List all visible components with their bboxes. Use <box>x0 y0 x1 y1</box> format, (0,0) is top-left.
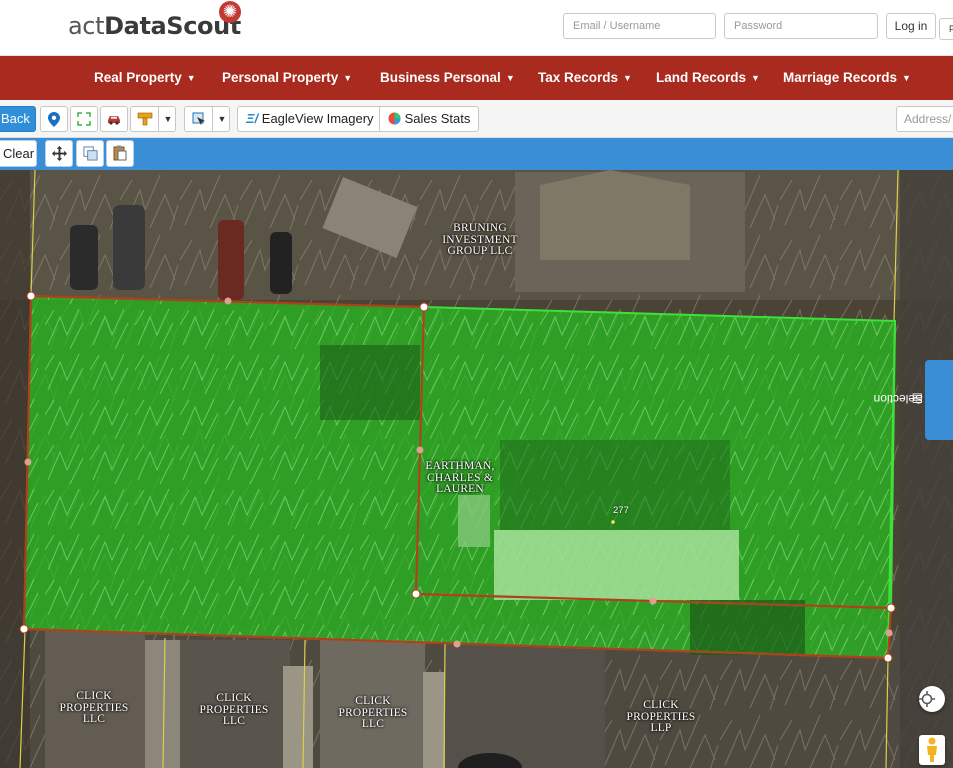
parked-car <box>218 220 244 300</box>
parked-car <box>70 225 98 290</box>
parcel-map[interactable]: BRUNING INVESTMENT GROUP LLC EARTHMAN, C… <box>0 170 953 768</box>
car-icon[interactable] <box>100 106 128 132</box>
copy-icon[interactable] <box>76 140 104 167</box>
locate-icon[interactable] <box>919 686 945 712</box>
app-logo[interactable]: actDataScout <box>68 12 241 40</box>
nav-marriage-records[interactable]: Marriage Records ▼ <box>783 70 911 85</box>
ruler-icon[interactable] <box>131 107 159 131</box>
eagleview-label: EagleView Imagery <box>261 111 374 126</box>
pan-icon[interactable] <box>45 140 73 167</box>
caret-down-icon: ▼ <box>505 73 515 83</box>
owner-label: EARTHMAN, CHARLES & LAUREN <box>425 460 495 495</box>
selection-toolbar: Clear <box>0 138 953 170</box>
nav-label: Personal Property <box>222 70 339 85</box>
parked-car <box>270 232 292 294</box>
house-roof <box>494 530 739 600</box>
pie-chart-icon <box>388 111 401 126</box>
nav-label: Real Property <box>94 70 182 85</box>
sales-stats-button[interactable]: Sales Stats <box>379 106 480 132</box>
eagleview-imagery-button[interactable]: Ξ/ EagleView Imagery <box>237 106 383 132</box>
expand-icon[interactable] <box>70 106 98 132</box>
paste-icon[interactable] <box>106 140 134 167</box>
identify-tool-group: ▼ <box>184 106 230 132</box>
building-roof <box>445 640 605 768</box>
logo-text-light: act <box>68 12 105 40</box>
map-marker-icon[interactable] <box>40 106 68 132</box>
owner-label: CLICK PROPERTIES LLC <box>338 695 408 730</box>
selection-panel-tab[interactable]: ▤ Selection <box>874 360 953 440</box>
eagleview-icon: Ξ/ <box>246 111 259 126</box>
caret-down-icon: ▼ <box>751 73 760 83</box>
email-input[interactable] <box>563 13 716 39</box>
caret-down-icon: ▼ <box>902 73 911 83</box>
owner-label: BRUNING INVESTMENT GROUP LLC <box>442 222 518 257</box>
logo-mark-icon: ✺ <box>219 1 241 23</box>
back-button[interactable]: Back <box>0 106 36 132</box>
map-toolbar: Back ▼ ▼ Ξ/ EagleView Imagery Sales Stat… <box>0 100 953 138</box>
nav-tax-records[interactable]: Tax Records ▼ <box>538 70 632 85</box>
owner-label: CLICK PROPERTIES LLC <box>199 692 269 727</box>
selection-tab-text: Selection <box>873 392 923 406</box>
main-nav: Real Property ▼ Personal Property ▼ Busine… <box>0 56 953 100</box>
caret-down-icon: ▼ <box>186 73 196 83</box>
site-header: actDataScout ✺ Log in P <box>0 0 953 56</box>
parcel-number: 277 <box>613 505 629 516</box>
nav-business-personal[interactable]: Business Personal ▼ <box>380 70 515 85</box>
sales-stats-label: Sales Stats <box>404 111 471 126</box>
parcel-centroid <box>611 520 615 524</box>
parked-car <box>113 205 145 290</box>
identify-icon[interactable] <box>185 107 213 131</box>
owner-label: CLICK PROPERTIES LLC <box>59 690 129 725</box>
nav-personal-property[interactable]: Personal Property ▼ <box>222 70 352 85</box>
caret-down-icon: ▼ <box>623 73 632 83</box>
nav-land-records[interactable]: Land Records ▼ <box>656 70 760 85</box>
measure-dropdown-icon[interactable]: ▼ <box>159 107 177 131</box>
address-search-input[interactable]: Address/ <box>896 106 953 132</box>
nav-label: Business Personal <box>380 70 501 85</box>
password-input[interactable] <box>724 13 878 39</box>
pegman-icon[interactable] <box>919 735 945 765</box>
identify-dropdown-icon[interactable]: ▼ <box>213 107 231 131</box>
login-button[interactable]: Log in <box>886 13 936 39</box>
clear-button[interactable]: Clear <box>0 140 37 167</box>
nav-real-property[interactable]: Real Property ▼ <box>94 70 196 85</box>
measure-tool-group: ▼ <box>130 106 176 132</box>
partial-header-button[interactable]: P <box>939 18 953 40</box>
nav-label: Tax Records <box>538 70 619 85</box>
nav-label: Marriage Records <box>783 70 898 85</box>
owner-label: CLICK PROPERTIES LLP <box>626 699 696 734</box>
caret-down-icon: ▼ <box>343 73 353 83</box>
nav-label: Land Records <box>656 70 747 85</box>
